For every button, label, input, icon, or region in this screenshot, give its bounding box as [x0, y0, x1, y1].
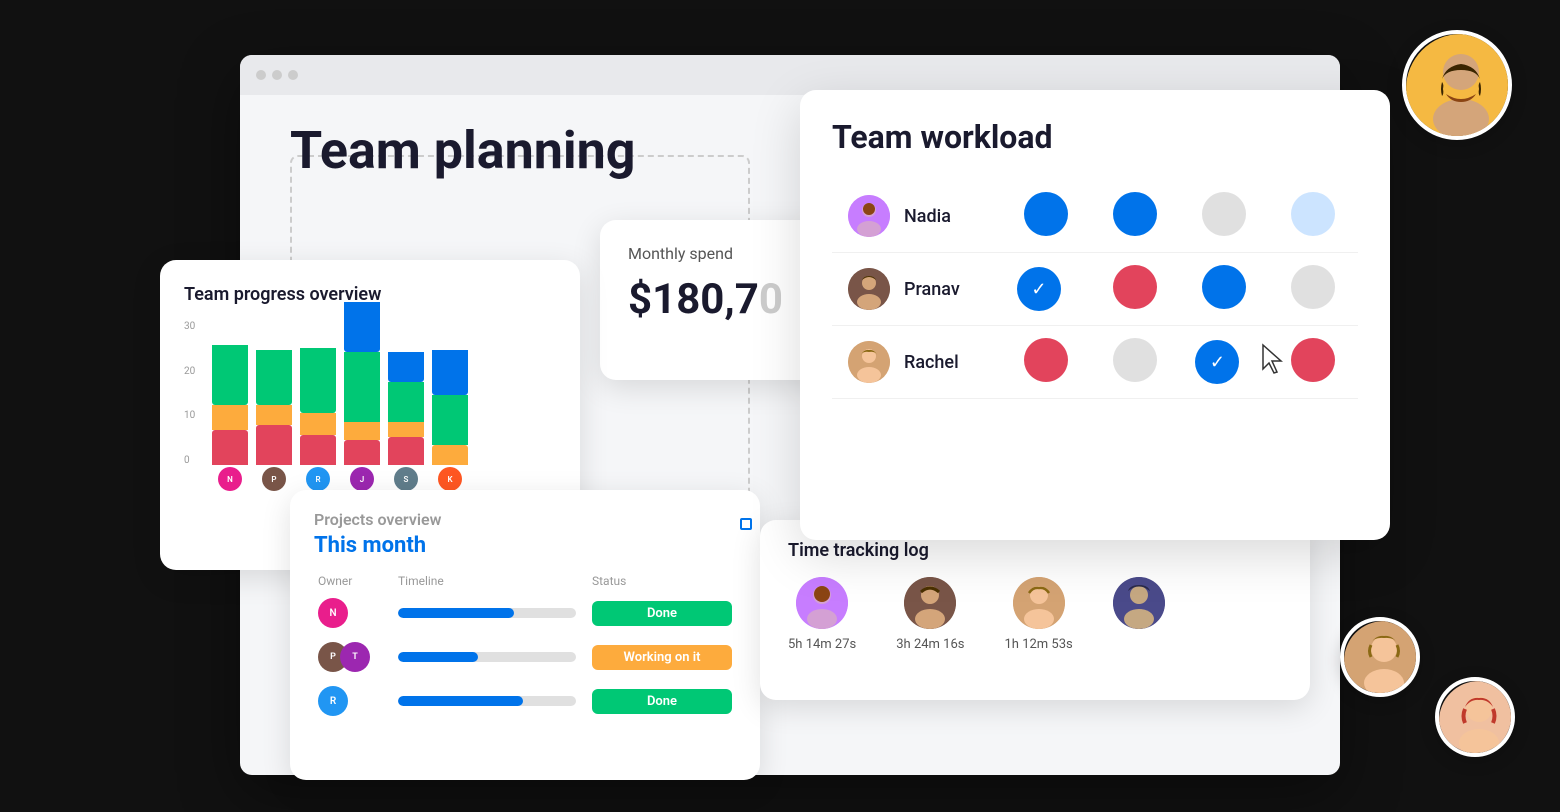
person-cell-pranav: Pranav — [848, 268, 985, 310]
bar-avatar-6: K — [438, 467, 462, 491]
time-person-3: 1h 12m 53s — [1005, 577, 1073, 652]
cursor-arrow — [1261, 343, 1289, 381]
bar-avatar-4: J — [350, 467, 374, 491]
col-timeline: Timeline — [398, 574, 592, 588]
floating-avatar-bottom-right-1 — [1340, 617, 1420, 697]
person-cell-rachel: Rachel — [848, 341, 985, 383]
col-owner: Owner — [318, 574, 398, 588]
bar-avatar-2: P — [262, 467, 286, 491]
person-name-rachel: Rachel — [904, 352, 959, 373]
floating-avatar-bottom-right-2 — [1435, 677, 1515, 757]
bar-5: S — [388, 352, 424, 491]
project-row-2: P T Working on it — [314, 642, 736, 672]
time-avatar-4 — [1113, 577, 1165, 629]
time-person-2: 3h 24m 16s — [896, 577, 964, 652]
bar-3: R — [300, 348, 336, 491]
dot-rachel-4[interactable] — [1291, 338, 1335, 382]
workload-table: Nadia — [832, 180, 1358, 399]
time-avatar-2 — [904, 577, 956, 629]
project-avatar-2b: T — [340, 642, 370, 672]
dot-nadia-1[interactable] — [1024, 192, 1068, 236]
project-avatar-1: N — [318, 598, 348, 628]
floating-avatar-top-right — [1402, 30, 1512, 140]
time-card: Time tracking log 5h 14m 27s — [760, 520, 1310, 700]
bar-1: N — [212, 345, 248, 491]
avatar-nadia — [848, 195, 890, 237]
dot-rachel-3[interactable]: ✓ — [1195, 340, 1239, 384]
dot-rachel-1[interactable] — [1024, 338, 1068, 382]
project-row-3: R Done — [314, 686, 736, 716]
col-status: Status — [592, 574, 732, 588]
window-dot-3 — [288, 70, 298, 80]
status-done-2: Done — [592, 689, 732, 714]
projects-card: Projects overview This month Owner Timel… — [290, 490, 760, 780]
person-cell-nadia: Nadia — [848, 195, 985, 237]
projects-header: Projects overview — [314, 510, 736, 529]
project-row-1: N Done — [314, 598, 736, 628]
dot-pranav-3[interactable] — [1202, 265, 1246, 309]
bar-avatar-5: S — [394, 467, 418, 491]
y-label-0: 0 — [184, 455, 195, 466]
dot-nadia-4[interactable] — [1291, 192, 1335, 236]
status-working-1: Working on it — [592, 645, 732, 670]
status-done-1: Done — [592, 601, 732, 626]
time-value-2: 3h 24m 16s — [896, 637, 964, 652]
y-label-20: 20 — [184, 366, 195, 377]
page-title: Team planning — [290, 120, 636, 181]
dot-nadia-2[interactable] — [1113, 192, 1157, 236]
bar-2: P — [256, 350, 292, 491]
bar-avatar-3: R — [306, 467, 330, 491]
time-person-1: 5h 14m 27s — [788, 577, 856, 652]
workload-card: Team workload Nadia — [800, 90, 1390, 540]
time-persons: 5h 14m 27s 3h 24m 16s — [788, 577, 1282, 652]
avatar-pranav — [848, 268, 890, 310]
selection-handle-br — [740, 518, 752, 530]
dot-nadia-3[interactable] — [1202, 192, 1246, 236]
dot-pranav-4[interactable] — [1291, 265, 1335, 309]
person-name-pranav: Pranav — [904, 279, 960, 300]
browser-titlebar — [240, 55, 1340, 95]
bar-6: K — [432, 350, 468, 491]
workload-title: Team workload — [832, 118, 1358, 156]
bar-4: J — [344, 302, 380, 491]
person-name-nadia: Nadia — [904, 206, 951, 227]
this-month-label: This month — [314, 533, 736, 558]
project-avatar-3: R — [318, 686, 348, 716]
time-person-4 — [1113, 577, 1165, 629]
window-dot-2 — [272, 70, 282, 80]
workload-row-nadia: Nadia — [832, 180, 1358, 253]
time-value-1: 5h 14m 27s — [788, 637, 856, 652]
time-avatar-3 — [1013, 577, 1065, 629]
window-dot-1 — [256, 70, 266, 80]
workload-row-rachel: Rachel ✓ — [832, 326, 1358, 399]
time-title: Time tracking log — [788, 540, 1282, 561]
projects-table-header: Owner Timeline Status — [314, 574, 736, 588]
avatar-rachel — [848, 341, 890, 383]
workload-row-pranav: Pranav ✓ — [832, 253, 1358, 326]
time-avatar-1 — [796, 577, 848, 629]
y-label-10: 10 — [184, 410, 195, 421]
y-label-30: 30 — [184, 321, 195, 332]
dot-pranav-2[interactable] — [1113, 265, 1157, 309]
time-value-3: 1h 12m 53s — [1005, 637, 1073, 652]
dot-rachel-2[interactable] — [1113, 338, 1157, 382]
dot-pranav-1[interactable]: ✓ — [1017, 267, 1061, 311]
bar-avatar-1: N — [218, 467, 242, 491]
